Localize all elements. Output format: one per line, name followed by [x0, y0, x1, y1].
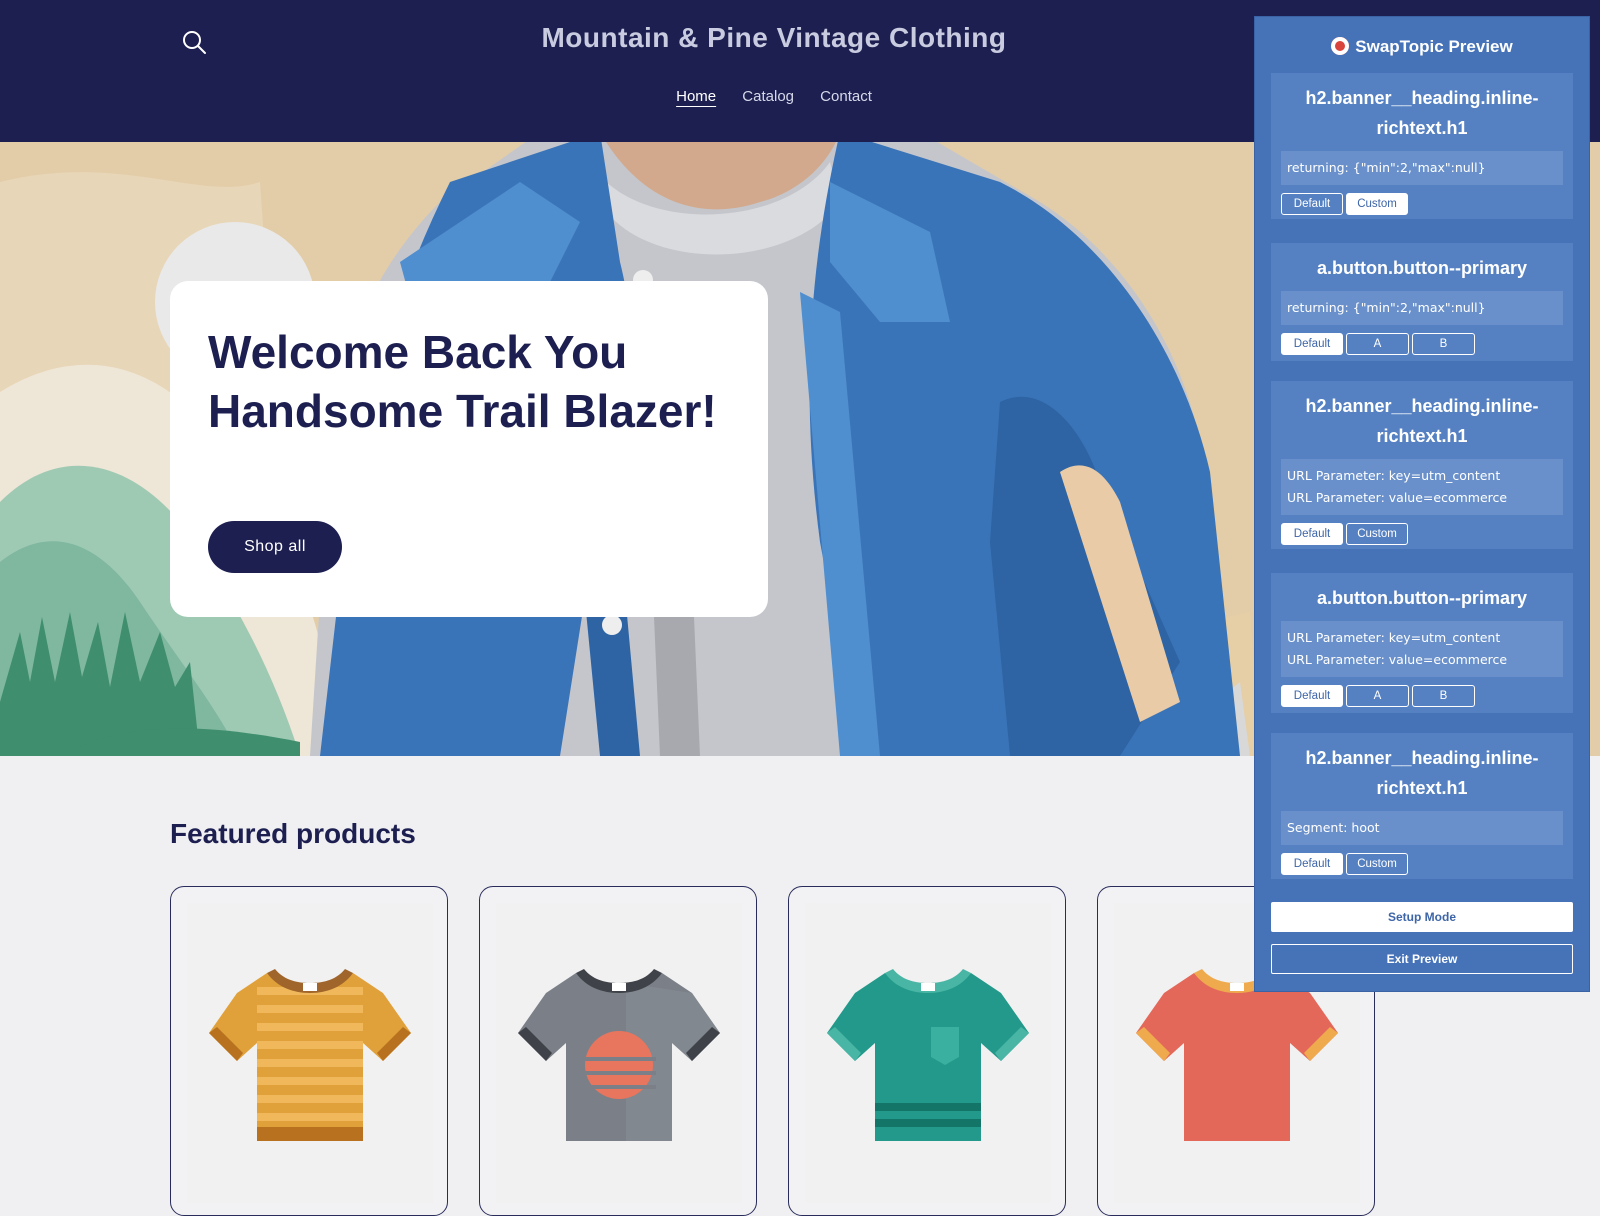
- banner-card: Welcome Back You Handsome Trail Blazer! …: [170, 281, 768, 617]
- variant-default-button[interactable]: Default: [1281, 193, 1343, 215]
- rule-condition: returning: {"min":2,"max":null}: [1281, 151, 1563, 185]
- variant-default-button[interactable]: Default: [1281, 685, 1343, 707]
- rule-card: a.button.button--primary returning: {"mi…: [1271, 243, 1573, 361]
- rule-condition: returning: {"min":2,"max":null}: [1281, 291, 1563, 325]
- rule-condition: URL Parameter: key=utm_content URL Param…: [1281, 459, 1563, 515]
- variant-buttons: Default Custom: [1271, 515, 1573, 545]
- nav-contact[interactable]: Contact: [820, 88, 872, 105]
- swaptopic-preview-panel: SwapTopic Preview h2.banner__heading.inl…: [1254, 16, 1590, 992]
- panel-title: SwapTopic Preview: [1255, 37, 1589, 57]
- variant-custom-button[interactable]: Custom: [1346, 523, 1408, 545]
- rule-selector: h2.banner__heading.inline-richtext.h1: [1305, 88, 1539, 138]
- featured-products-title: Featured products: [170, 818, 416, 849]
- variant-custom-button[interactable]: Custom: [1346, 853, 1408, 875]
- rule-card: h2.banner__heading.inline-richtext.h1 Se…: [1271, 733, 1573, 879]
- product-card[interactable]: [479, 886, 757, 1216]
- rule-condition: URL Parameter: key=utm_content URL Param…: [1281, 621, 1563, 677]
- variant-a-button[interactable]: A: [1346, 685, 1409, 707]
- rule-selector: h2.banner__heading.inline-richtext.h1: [1305, 748, 1539, 798]
- product-card[interactable]: [788, 886, 1066, 1216]
- variant-a-button[interactable]: A: [1346, 333, 1409, 355]
- variant-default-button[interactable]: Default: [1281, 853, 1343, 875]
- banner-heading: Welcome Back You Handsome Trail Blazer!: [208, 326, 717, 437]
- tshirt-green-pocket-icon: [805, 903, 1051, 1203]
- rule-selector: h2.banner__heading.inline-richtext.h1: [1305, 396, 1539, 446]
- target-icon: [1331, 37, 1350, 55]
- variant-buttons: Default A B: [1271, 677, 1573, 707]
- rule-selector: a.button.button--primary: [1317, 258, 1527, 278]
- variant-b-button[interactable]: B: [1412, 685, 1475, 707]
- rule-condition: Segment: hoot: [1281, 811, 1563, 845]
- variant-default-button[interactable]: Default: [1281, 523, 1343, 545]
- rule-selector: a.button.button--primary: [1317, 588, 1527, 608]
- setup-mode-button[interactable]: Setup Mode: [1271, 902, 1573, 932]
- shop-all-button[interactable]: Shop all: [208, 521, 342, 573]
- variant-b-button[interactable]: B: [1412, 333, 1475, 355]
- tshirt-gray-sunset-icon: [496, 903, 742, 1203]
- variant-custom-button[interactable]: Custom: [1346, 193, 1408, 215]
- rule-card: h2.banner__heading.inline-richtext.h1 UR…: [1271, 381, 1573, 549]
- product-card[interactable]: [170, 886, 448, 1216]
- variant-buttons: Default Custom: [1271, 185, 1573, 215]
- rule-card: h2.banner__heading.inline-richtext.h1 re…: [1271, 73, 1573, 219]
- exit-preview-button[interactable]: Exit Preview: [1271, 944, 1573, 974]
- rule-card: a.button.button--primary URL Parameter: …: [1271, 573, 1573, 713]
- variant-buttons: Default Custom: [1271, 845, 1573, 875]
- nav-catalog[interactable]: Catalog: [742, 88, 794, 105]
- variant-default-button[interactable]: Default: [1281, 333, 1343, 355]
- tshirt-striped-orange-icon: [187, 903, 433, 1203]
- nav-home[interactable]: Home: [676, 88, 716, 105]
- variant-buttons: Default A B: [1271, 325, 1573, 355]
